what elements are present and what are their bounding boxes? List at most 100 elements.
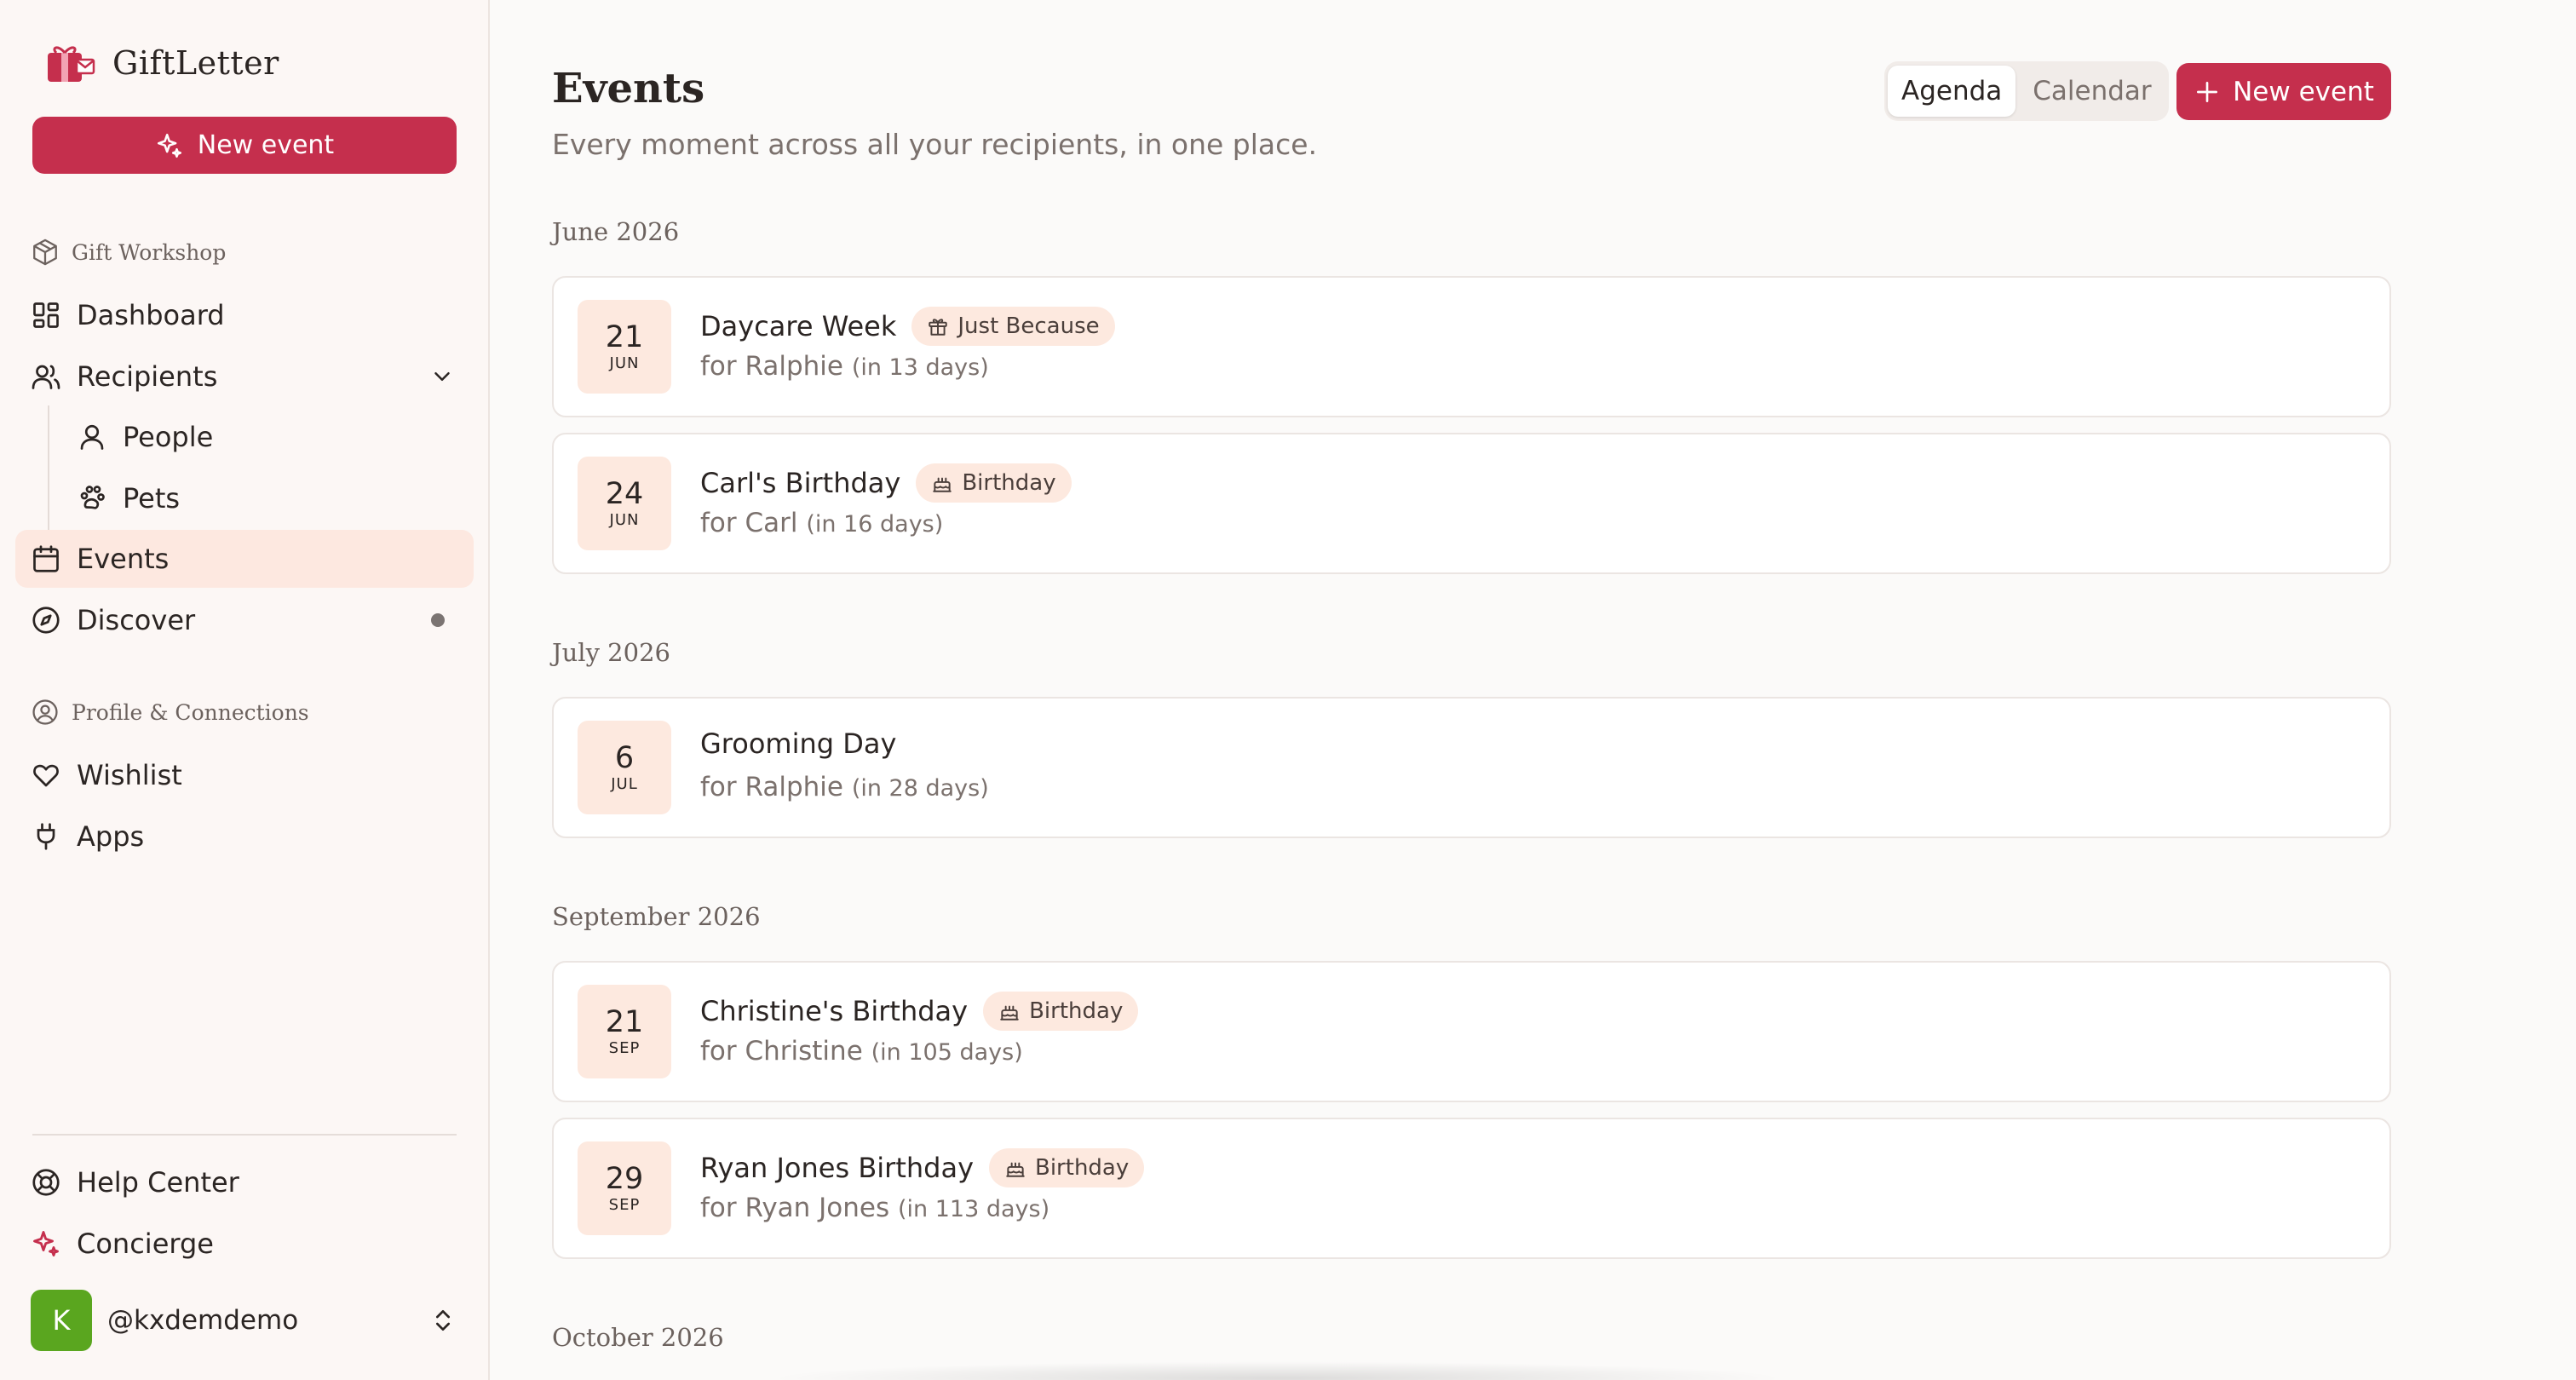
sidebar-item-label: Dashboard <box>77 299 225 331</box>
event-tag: Birthday <box>989 1148 1145 1187</box>
sidebar-item-label: Wishlist <box>77 759 182 791</box>
event-relative-time: (in 28 days) <box>851 775 989 802</box>
event-title-row: Carl's Birthday Birthday <box>700 463 1072 503</box>
calendar-icon <box>33 545 59 572</box>
event-title: Christine's Birthday <box>700 995 969 1027</box>
cake-icon <box>1000 1005 1019 1021</box>
section-profile-connections: Profile & Connections <box>31 698 309 727</box>
event-recipient-name: for Ralphie <box>700 351 843 382</box>
package-icon <box>33 239 57 266</box>
event-tag: Birthday <box>916 463 1072 503</box>
sidebar-item-label: Concierge <box>77 1228 214 1260</box>
cake-icon <box>933 477 952 492</box>
heart-icon <box>33 764 59 787</box>
user-circle-icon <box>32 699 58 725</box>
event-month: SEP <box>608 1039 641 1057</box>
section-gift-workshop-label: Gift Workshop <box>72 239 227 265</box>
plug-icon <box>37 823 55 850</box>
brand-name: GiftLetter <box>112 44 279 82</box>
event-recipient-name: for Ralphie <box>700 772 843 802</box>
event-title: Ryan Jones Birthday <box>700 1152 974 1184</box>
sidebar-item-label: Events <box>77 543 170 575</box>
event-title-row: Daycare Week Just Because <box>700 307 1115 346</box>
event-tag: Just Because <box>911 307 1115 346</box>
event-day: 24 <box>605 477 644 511</box>
event-month: JUN <box>609 354 640 372</box>
event-date: 24 JUN <box>578 457 671 550</box>
event-recipient: for Ralphie (in 28 days) <box>700 772 989 802</box>
cake-icon <box>1006 1162 1025 1177</box>
sidebar-item-wishlist[interactable]: Wishlist <box>15 746 474 804</box>
event-date: 21 SEP <box>578 985 671 1078</box>
sidebar-item-people[interactable]: People <box>63 408 472 466</box>
event-day: 21 <box>605 1005 644 1039</box>
event-date: 29 SEP <box>578 1141 671 1235</box>
sidebar-item-label: Discover <box>77 604 196 636</box>
event-title: Daycare Week <box>700 310 897 342</box>
tab-calendar[interactable]: Calendar <box>2019 66 2165 117</box>
event-date: 6 JUL <box>578 721 671 814</box>
sidebar-item-dashboard[interactable]: Dashboard <box>15 286 474 344</box>
compass-icon <box>32 607 60 634</box>
event-recipient: for Ralphie (in 13 days) <box>700 351 989 382</box>
sidebar-item-discover[interactable]: Discover <box>15 591 474 649</box>
event-recipient-name: for Christine <box>700 1036 863 1067</box>
section-profile-label: Profile & Connections <box>72 699 309 725</box>
sidebar-item-concierge[interactable]: Concierge <box>15 1215 474 1273</box>
event-month: JUN <box>609 511 640 529</box>
event-tag-label: Birthday <box>962 470 1056 496</box>
event-card[interactable]: 21 JUN Daycare Week Just Because for Ral… <box>552 276 2391 417</box>
event-card[interactable]: 21 SEP Christine's Birthday Birthday for… <box>552 961 2391 1102</box>
user-menu[interactable]: K @kxdemdemo <box>31 1290 460 1351</box>
event-tag-label: Birthday <box>1029 998 1124 1024</box>
sidebar-item-apps[interactable]: Apps <box>15 808 474 865</box>
event-relative-time: (in 113 days) <box>898 1196 1050 1222</box>
month-heading: September 2026 <box>552 902 761 931</box>
dashboard-icon <box>33 302 59 328</box>
event-day: 21 <box>605 320 644 354</box>
event-recipient: for Carl (in 16 days) <box>700 508 943 538</box>
submenu-guide-line <box>48 405 49 532</box>
event-recipient-name: for Ryan Jones <box>700 1193 890 1223</box>
view-toggle: Agenda Calendar <box>1884 61 2169 121</box>
person-icon <box>80 424 104 450</box>
paw-icon <box>80 486 105 509</box>
event-tag: Birthday <box>983 992 1139 1031</box>
discover-indicator-dot <box>431 613 445 627</box>
sidebar-item-label: Recipients <box>77 360 218 393</box>
event-relative-time: (in 13 days) <box>851 354 989 381</box>
users-icon <box>32 365 60 389</box>
sidebar-item-recipients[interactable]: Recipients <box>15 348 474 405</box>
event-card[interactable]: 29 SEP Ryan Jones Birthday Birthday for … <box>552 1118 2391 1259</box>
bottom-shadow <box>767 1361 1789 1380</box>
event-title: Carl's Birthday <box>700 467 901 499</box>
brand[interactable]: GiftLetter <box>46 43 279 83</box>
sidebar-item-help-center[interactable]: Help Center <box>15 1153 474 1211</box>
sidebar: GiftLetter New event Gift Workshop Dashb… <box>0 0 490 1380</box>
new-event-button[interactable]: New event <box>2176 63 2391 120</box>
event-recipient-name: for Carl <box>700 508 798 538</box>
sidebar-item-label: Pets <box>123 482 181 515</box>
sidebar-item-pets[interactable]: Pets <box>63 469 472 527</box>
page-title: Events <box>552 65 705 112</box>
event-title-row: Ryan Jones Birthday Birthday <box>700 1148 1145 1187</box>
lifebuoy-icon <box>32 1169 60 1196</box>
event-recipient: for Ryan Jones (in 113 days) <box>700 1193 1049 1223</box>
sparkles-icon <box>33 1231 59 1256</box>
sidebar-new-event-button[interactable]: New event <box>32 117 457 174</box>
event-tag-label: Just Because <box>957 313 1100 339</box>
month-heading: October 2026 <box>552 1323 724 1352</box>
event-card[interactable]: 6 JUL Grooming Day for Ralphie (in 28 da… <box>552 697 2391 838</box>
sidebar-item-events[interactable]: Events <box>15 530 474 588</box>
event-relative-time: (in 16 days) <box>806 511 944 538</box>
event-relative-time: (in 105 days) <box>871 1039 1023 1066</box>
event-tag-label: Birthday <box>1035 1155 1130 1181</box>
event-card[interactable]: 24 JUN Carl's Birthday Birthday for Carl… <box>552 433 2391 574</box>
event-title: Grooming Day <box>700 727 897 760</box>
event-day: 6 <box>614 741 635 775</box>
month-heading: July 2026 <box>552 638 670 667</box>
event-title-row: Grooming Day <box>700 727 896 760</box>
chevron-down-icon[interactable] <box>429 364 455 389</box>
event-month: JUL <box>611 775 638 793</box>
tab-agenda[interactable]: Agenda <box>1888 66 2016 117</box>
